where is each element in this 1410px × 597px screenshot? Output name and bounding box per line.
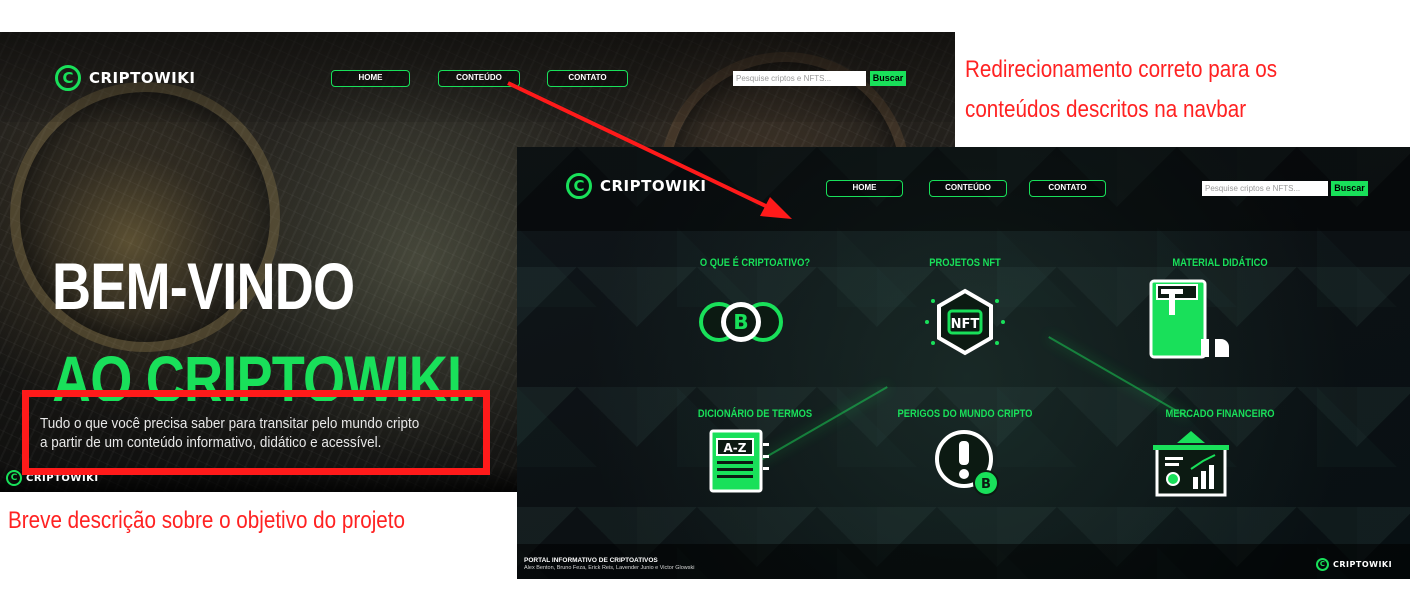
home-logo[interactable]: C CRIPTOWIKI — [55, 65, 195, 91]
logo-text: CRIPTOWIKI — [89, 69, 196, 87]
annotation-description-note: Breve descrição sobre o objetivo do proj… — [8, 507, 405, 534]
search-button[interactable]: Buscar — [870, 71, 906, 86]
criptowiki-logo-icon: C — [55, 65, 81, 91]
criptowiki-logo-icon: C — [566, 173, 592, 199]
nav-home-button[interactable]: HOME — [826, 180, 903, 197]
book-icon[interactable] — [1145, 275, 1235, 365]
hero-title-line1: BEM-VINDO — [52, 249, 355, 323]
nav-content-button[interactable]: CONTEÚDO — [438, 70, 520, 87]
search-input[interactable] — [1202, 181, 1328, 196]
annotation-navbar-note: Redirecionamento correto para os conteúd… — [965, 50, 1277, 130]
card-title-perigos[interactable]: PERIGOS DO MUNDO CRIPTO — [872, 408, 1059, 420]
content-page-screenshot: C CRIPTOWIKI HOME CONTEÚDO CONTATO Busca… — [517, 147, 1410, 579]
search-button[interactable]: Buscar — [1331, 181, 1368, 196]
svg-text:B: B — [733, 310, 748, 334]
footer-authors: Alex Benton, Bruno Feza, Erick Reis, Lav… — [524, 565, 695, 571]
card-title-nft[interactable]: PROJETOS NFT — [872, 257, 1059, 269]
warning-icon[interactable]: B — [932, 429, 1002, 499]
logo-text: CRIPTOWIKI — [1333, 560, 1393, 569]
description-highlight-box — [22, 390, 490, 475]
dictionary-icon[interactable]: A-Z — [705, 427, 775, 497]
nav-content-button[interactable]: CONTEÚDO — [929, 180, 1007, 197]
annotation-navbar-line2: conteúdos descritos na navbar — [965, 96, 1247, 123]
svg-text:B: B — [981, 477, 991, 492]
nft-hexagon-icon[interactable]: NFT — [917, 287, 1013, 357]
annotation-navbar-line1: Redirecionamento correto para os — [965, 56, 1278, 83]
content-logo[interactable]: C CRIPTOWIKI — [566, 173, 706, 199]
market-chart-icon[interactable] — [1153, 429, 1229, 499]
crypto-coins-icon[interactable]: B — [697, 297, 785, 347]
footer-title: PORTAL INFORMATIVO DE CRIPTOATIVOS — [524, 557, 658, 564]
presentation-slide: C CRIPTOWIKI HOME CONTEÚDO CONTATO Busca… — [0, 0, 1410, 597]
footer-logo: C CRIPTOWIKI — [1316, 558, 1392, 571]
card-title-criptoativo[interactable]: O QUE É CRIPTOATIVO? — [662, 257, 849, 269]
nav-contact-button[interactable]: CONTATO — [1029, 180, 1106, 197]
dictionary-icon-label: A-Z — [724, 441, 747, 455]
card-title-dicionario[interactable]: DICIONÁRIO DE TERMOS — [662, 408, 849, 420]
nft-icon-label: NFT — [951, 317, 980, 332]
logo-text: CRIPTOWIKI — [600, 177, 707, 195]
criptowiki-logo-icon: C — [6, 470, 22, 486]
criptowiki-logo-icon: C — [1316, 558, 1329, 571]
card-title-mercado[interactable]: MERCADO FINANCEIRO — [1127, 408, 1314, 420]
nav-home-button[interactable]: HOME — [331, 70, 410, 87]
card-title-material[interactable]: MATERIAL DIDÁTICO — [1127, 257, 1314, 269]
search-input[interactable] — [733, 71, 866, 86]
nav-contact-button[interactable]: CONTATO — [547, 70, 628, 87]
